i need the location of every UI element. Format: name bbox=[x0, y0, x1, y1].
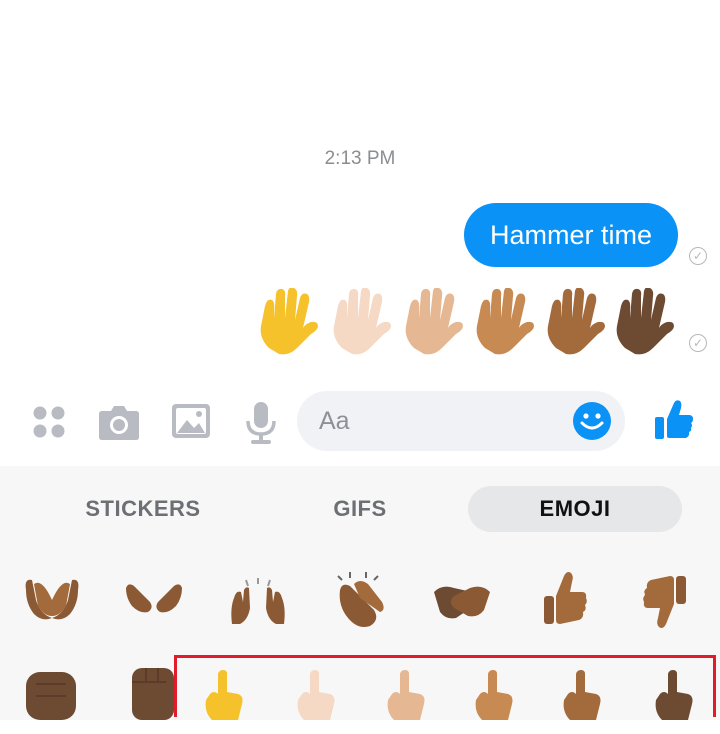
raising-hands-emoji[interactable] bbox=[228, 578, 292, 642]
apps-icon[interactable] bbox=[32, 405, 66, 444]
gallery-icon[interactable] bbox=[171, 403, 211, 444]
tab-emoji[interactable]: EMOJI bbox=[468, 486, 682, 532]
open-hands-emoji[interactable] bbox=[124, 578, 188, 642]
raised-hand-medium-light-icon bbox=[405, 287, 463, 355]
sent-message-bubble[interactable]: Hammer time bbox=[464, 203, 678, 267]
message-input[interactable]: Aa bbox=[297, 391, 625, 451]
raised-hand-yellow-icon bbox=[260, 287, 318, 355]
handshake-emoji[interactable] bbox=[432, 578, 496, 642]
message-timestamp: 2:13 PM bbox=[324, 148, 396, 169]
raised-hand-medium-dark-icon bbox=[547, 287, 605, 355]
tab-gifs[interactable]: GIFS bbox=[260, 486, 460, 532]
thumbs-down-emoji[interactable] bbox=[640, 572, 704, 636]
message-composer: Aa bbox=[0, 385, 720, 461]
camera-icon[interactable] bbox=[98, 403, 140, 446]
thumbs-up-icon[interactable] bbox=[654, 399, 694, 446]
thumbs-up-emoji[interactable] bbox=[540, 570, 604, 634]
delivered-check-icon: ✓ bbox=[689, 334, 707, 352]
message-input-placeholder: Aa bbox=[319, 407, 350, 435]
delivered-check-icon: ✓ bbox=[689, 247, 707, 265]
microphone-icon[interactable] bbox=[245, 401, 277, 450]
palms-up-together-emoji[interactable] bbox=[22, 570, 86, 634]
raised-hand-medium-icon bbox=[476, 287, 534, 355]
clapping-hands-emoji[interactable] bbox=[330, 570, 394, 634]
raised-hand-light-icon bbox=[333, 287, 391, 355]
highlight-annotation-box bbox=[174, 655, 716, 717]
oncoming-fist-emoji[interactable] bbox=[22, 668, 86, 732]
sent-emoji-message[interactable] bbox=[255, 287, 685, 360]
tab-stickers[interactable]: STICKERS bbox=[43, 486, 243, 532]
raised-hand-dark-icon bbox=[616, 287, 674, 355]
emoji-icon[interactable] bbox=[572, 401, 612, 446]
